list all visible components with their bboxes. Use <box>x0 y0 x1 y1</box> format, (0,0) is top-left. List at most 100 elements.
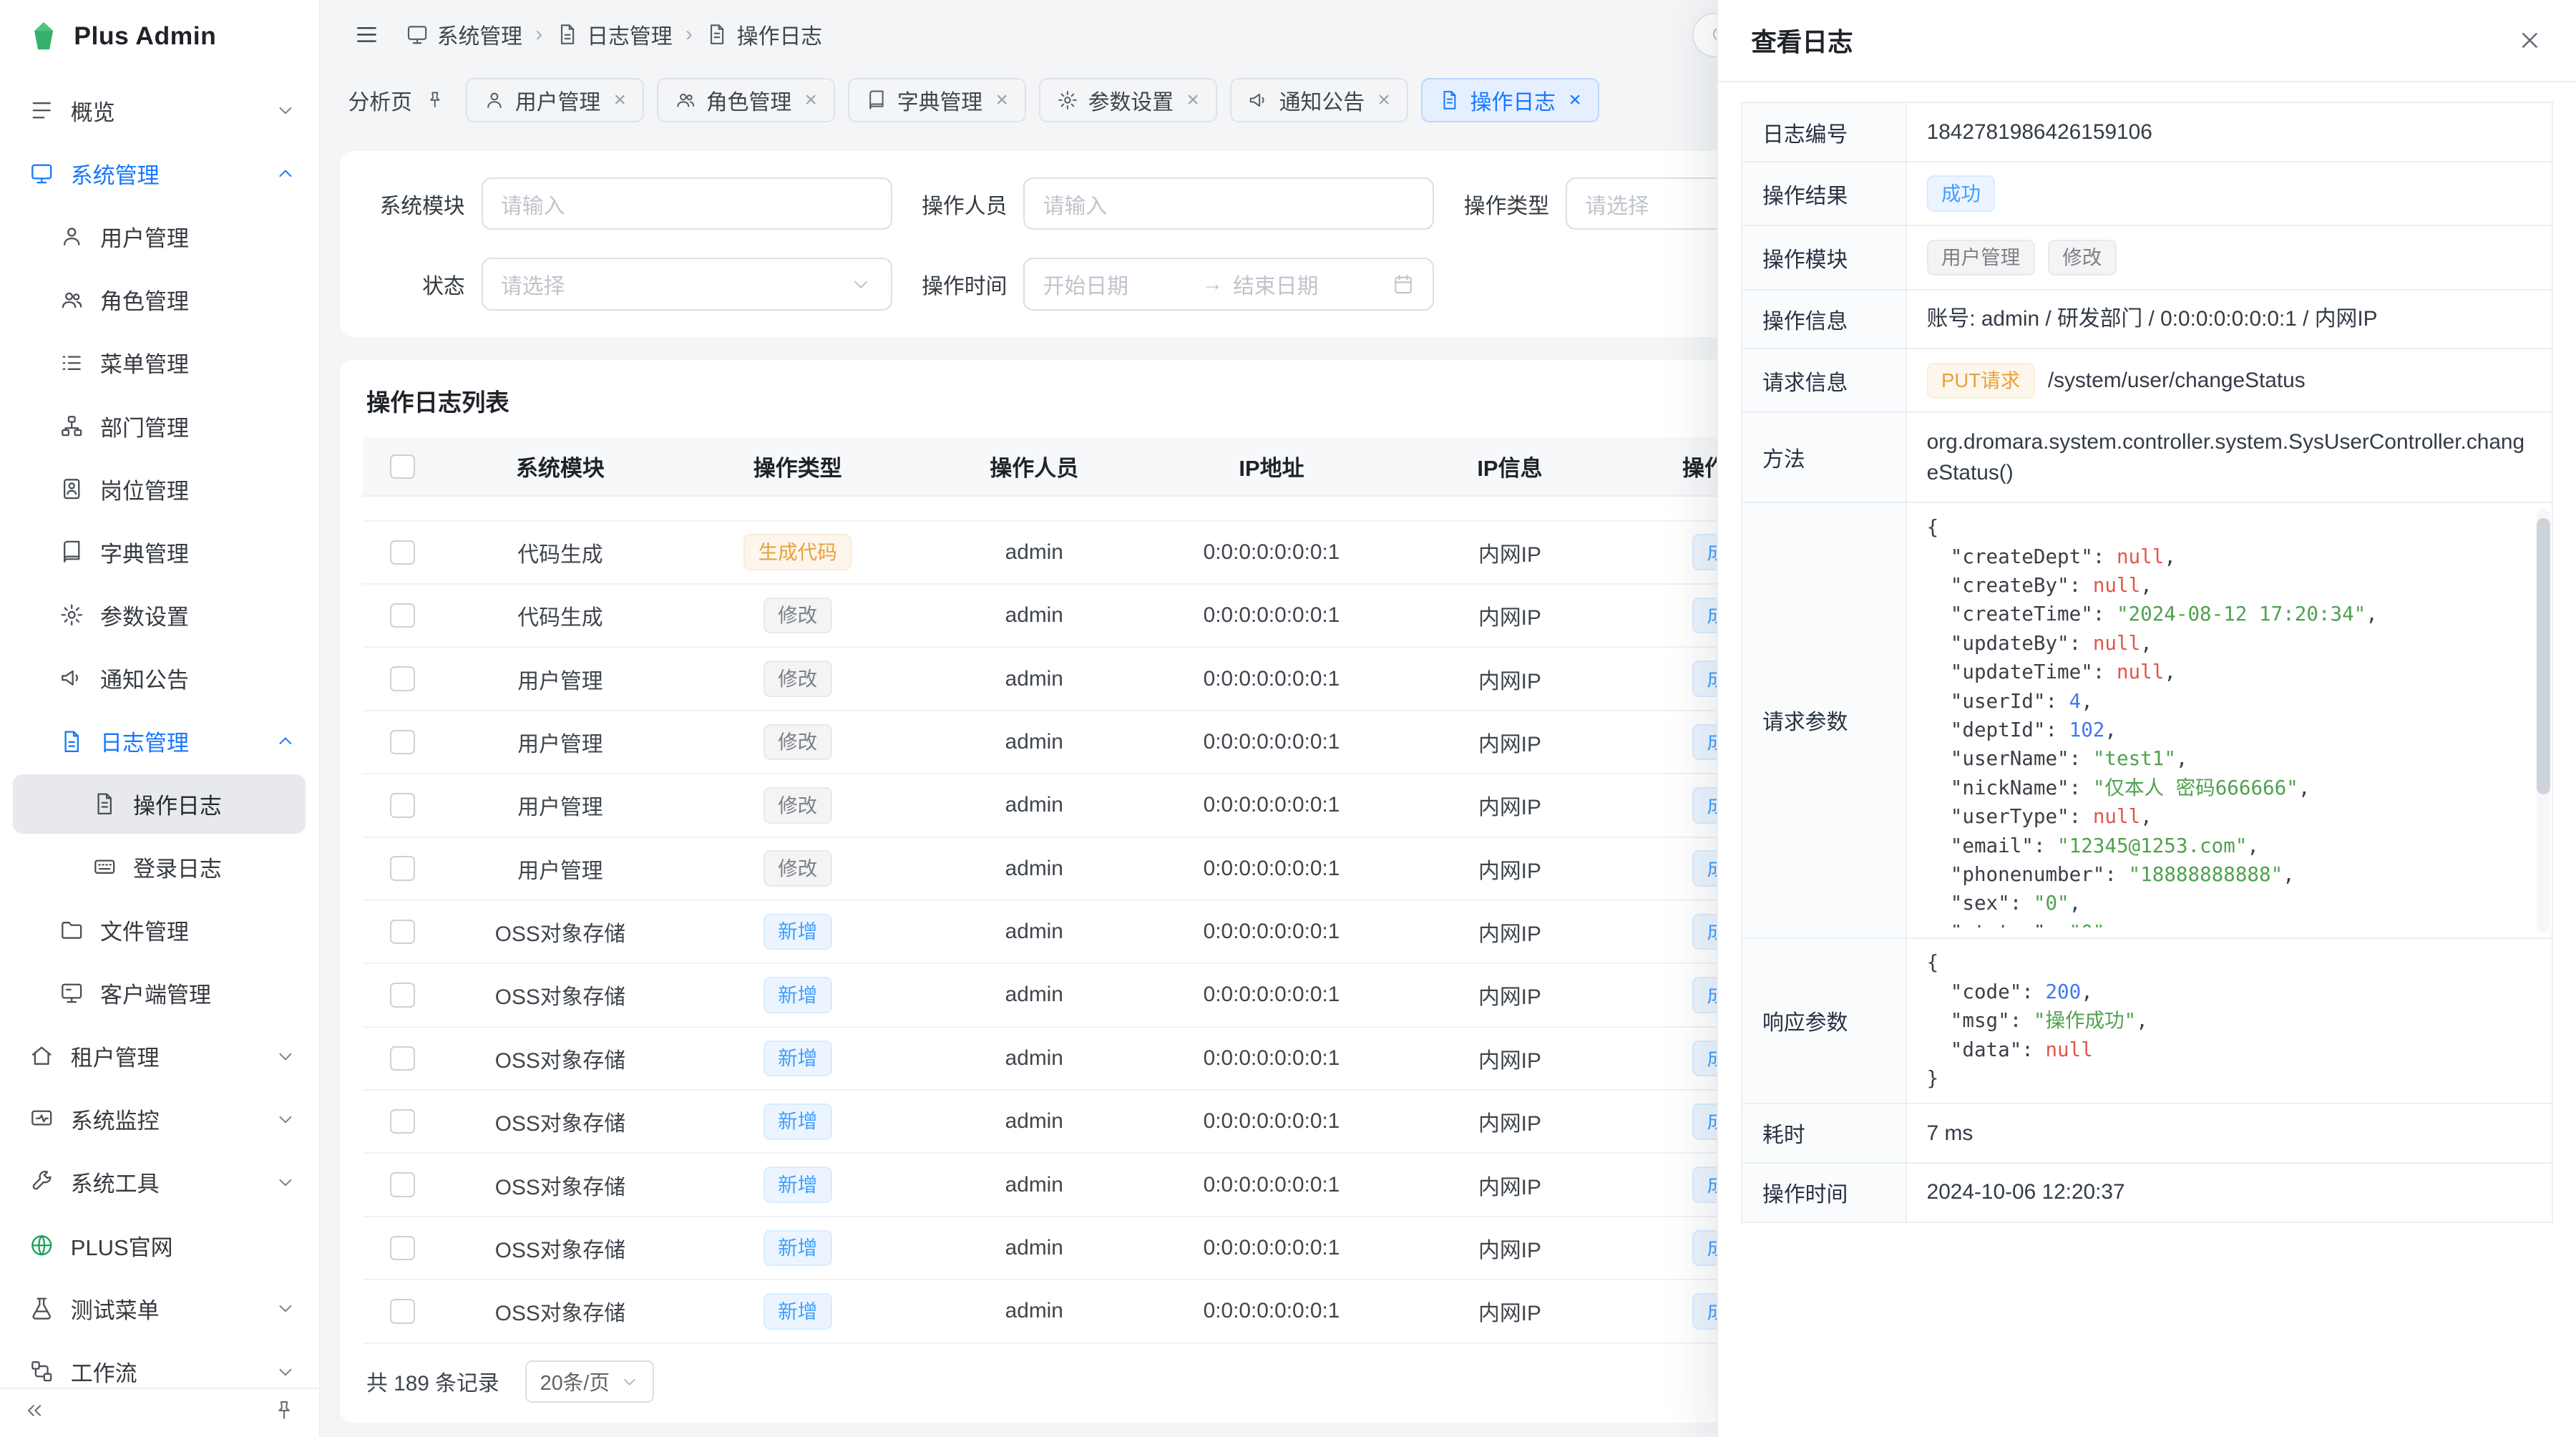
detail-row-8: 耗时7 ms <box>1742 1104 2552 1164</box>
sidebar-item-11[interactable]: 操作日志 <box>13 774 306 834</box>
sidebar-item-15[interactable]: 租户管理 <box>0 1025 319 1088</box>
checkbox-cell <box>363 585 441 646</box>
sidebar-item-10[interactable]: 日志管理 <box>0 710 319 773</box>
detail-row-6: 请求参数{ "createDept": null, "createBy": nu… <box>1742 503 2552 938</box>
breadcrumb-separator: › <box>686 22 693 47</box>
filter-select[interactable]: 请选择 <box>482 258 892 310</box>
detail-label: 方法 <box>1742 413 1907 502</box>
sidebar-item-label: 租户管理 <box>71 1040 160 1072</box>
sidebar-item-2[interactable]: 用户管理 <box>0 205 319 268</box>
breadcrumb: 系统管理›日志管理›操作日志 <box>406 19 822 50</box>
row-checkbox[interactable] <box>390 1299 414 1323</box>
tab-item-6[interactable]: 操作日志× <box>1421 78 1599 122</box>
tab-close-icon[interactable]: × <box>805 89 817 111</box>
detail-label: 请求参数 <box>1742 503 1907 937</box>
scrollbar-track[interactable] <box>2537 508 2550 932</box>
row-checkbox[interactable] <box>390 1236 414 1260</box>
checkbox-cell <box>363 522 441 583</box>
sidebar-item-7[interactable]: 字典管理 <box>0 520 319 583</box>
tab-item-0[interactable]: 分析页 <box>340 78 453 122</box>
operation-type-tag: 修改 <box>763 850 832 887</box>
operation-type-tag: 新增 <box>763 1293 832 1330</box>
sidebar-item-1[interactable]: 系统管理 <box>0 142 319 205</box>
drawer-close-button[interactable] <box>2517 27 2543 54</box>
sidebar-item-20[interactable]: 工作流 <box>0 1340 319 1388</box>
collapse-sidebar-icon[interactable] <box>23 1398 46 1428</box>
sidebar-item-4[interactable]: 菜单管理 <box>0 331 319 394</box>
detail-value-cell: { "code": 200, "msg": "操作成功", "data": nu… <box>1907 939 2552 1104</box>
operation-type-tag: 生成代码 <box>743 534 852 570</box>
row-checkbox[interactable] <box>390 1046 414 1071</box>
breadcrumb-item-2[interactable]: 操作日志 <box>706 19 822 50</box>
test-icon <box>29 1296 54 1320</box>
column-header: 系统模块 <box>442 437 679 495</box>
tab-close-icon[interactable]: × <box>995 89 1008 111</box>
sidebar-item-0[interactable]: 概览 <box>0 79 319 142</box>
row-checkbox[interactable] <box>390 856 414 880</box>
breadcrumb-item-1[interactable]: 日志管理 <box>556 19 673 50</box>
sidebar-item-8[interactable]: 参数设置 <box>0 583 319 646</box>
sidebar-item-12[interactable]: 登录日志 <box>0 835 319 898</box>
sidebar-item-18[interactable]: PLUS官网 <box>0 1214 319 1277</box>
detail-label: 操作信息 <box>1742 291 1907 349</box>
tab-item-2[interactable]: 角色管理× <box>657 78 835 122</box>
detail-value-cell: 成功 <box>1907 162 2552 225</box>
filter-label: 操作时间 <box>909 268 1008 300</box>
row-checkbox[interactable] <box>390 983 414 1007</box>
app-logo: Plus Admin <box>0 0 319 72</box>
detail-value: 账号: admin / 研发部门 / 0:0:0:0:0:0:0:1 / 内网I… <box>1927 303 2378 335</box>
detail-label: 请求信息 <box>1742 349 1907 411</box>
tab-item-3[interactable]: 字典管理× <box>848 78 1026 122</box>
breadcrumb-item-0[interactable]: 系统管理 <box>406 19 522 50</box>
view-log-drawer: 查看日志 日志编号1842781986426159106操作结果成功操作模块用户… <box>1717 0 2576 1437</box>
page-size-select[interactable]: 20条/页 <box>525 1360 653 1403</box>
tab-item-4[interactable]: 参数设置× <box>1039 78 1217 122</box>
range-arrow-icon: → <box>1202 272 1224 296</box>
operator-cell: admin <box>917 1280 1151 1342</box>
type-cell: 新增 <box>678 1091 917 1152</box>
close-icon <box>2517 27 2543 54</box>
sidebar-item-label: 用户管理 <box>100 220 189 253</box>
sidebar-item-19[interactable]: 测试菜单 <box>0 1277 319 1340</box>
sidebar-item-9[interactable]: 通知公告 <box>0 647 319 710</box>
row-checkbox[interactable] <box>390 603 414 628</box>
operation-type-tag: 新增 <box>763 1166 832 1203</box>
chevron-down-icon <box>620 1372 640 1392</box>
hamburger-menu-button[interactable] <box>353 21 380 48</box>
sidebar-item-label: 日志管理 <box>100 725 189 757</box>
sidebar-item-13[interactable]: 文件管理 <box>0 898 319 961</box>
row-checkbox[interactable] <box>390 1172 414 1197</box>
sidebar-item-14[interactable]: 客户端管理 <box>0 961 319 1024</box>
row-checkbox[interactable] <box>390 540 414 565</box>
ip-info-cell: 内网IP <box>1392 648 1629 709</box>
sidebar-item-6[interactable]: 岗位管理 <box>0 457 319 520</box>
tool-icon <box>29 1170 54 1194</box>
select-all-checkbox[interactable] <box>390 454 414 479</box>
sidebar-item-5[interactable]: 部门管理 <box>0 394 319 457</box>
filter-daterange[interactable]: 开始日期→结束日期 <box>1023 258 1434 310</box>
overview-icon <box>29 98 54 122</box>
row-checkbox[interactable] <box>390 666 414 691</box>
row-checkbox[interactable] <box>390 920 414 944</box>
sidebar-item-16[interactable]: 系统监控 <box>0 1088 319 1151</box>
filter-text-input[interactable]: 请输入 <box>1023 177 1434 230</box>
tab-close-icon[interactable]: × <box>1568 89 1581 111</box>
scrollbar-thumb[interactable] <box>2537 518 2550 794</box>
tab-item-5[interactable]: 通知公告× <box>1230 78 1408 122</box>
column-header: 操作人员 <box>917 437 1151 495</box>
row-checkbox[interactable] <box>390 793 414 817</box>
pin-sidebar-icon[interactable] <box>273 1398 296 1428</box>
tab-item-1[interactable]: 用户管理× <box>466 78 644 122</box>
sidebar-item-17[interactable]: 系统工具 <box>0 1151 319 1214</box>
tab-close-icon[interactable]: × <box>1186 89 1199 111</box>
tab-close-icon[interactable]: × <box>1377 89 1390 111</box>
row-checkbox[interactable] <box>390 730 414 754</box>
ip-info-cell: 内网IP <box>1392 774 1629 836</box>
sidebar-item-3[interactable]: 角色管理 <box>0 268 319 331</box>
filter-field-3: 状态请选择 <box>366 258 909 310</box>
detail-value: /system/user/changeStatus <box>2048 365 2306 396</box>
filter-text-input[interactable]: 请输入 <box>482 177 892 230</box>
row-checkbox[interactable] <box>390 1109 414 1134</box>
sidebar-item-label: 文件管理 <box>100 914 189 946</box>
tab-close-icon[interactable]: × <box>614 89 626 111</box>
